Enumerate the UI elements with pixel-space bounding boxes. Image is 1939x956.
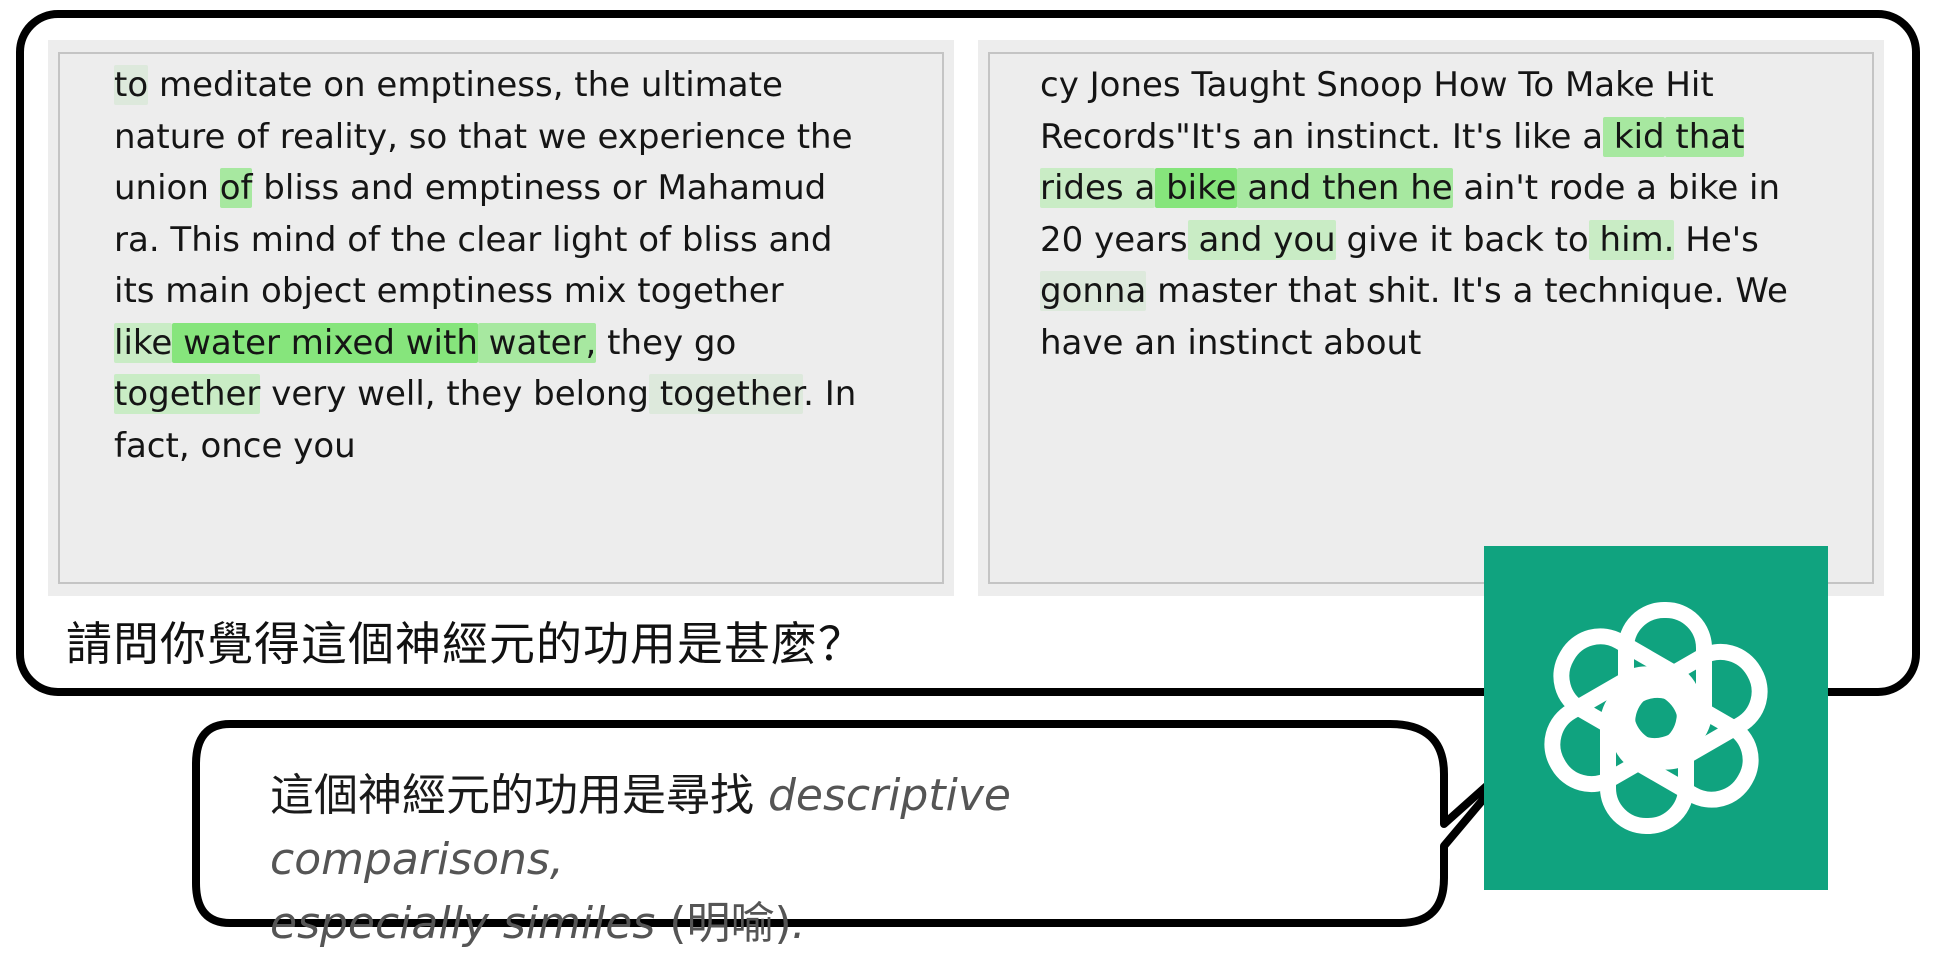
answer-prefix: 這個神經元的功用是尋找 bbox=[270, 770, 768, 821]
passage-line: rides a bike and then he ain't rode a bi… bbox=[1040, 163, 1860, 215]
highlighted-token: like bbox=[114, 322, 173, 363]
token-text: bliss and emptiness or Mahamud bbox=[252, 168, 827, 208]
highlighted-token: to bbox=[114, 65, 149, 105]
answer-paren: (明喻) bbox=[655, 898, 792, 949]
token-text: meditate on emptiness, the ultimate bbox=[148, 65, 783, 105]
token-text: He's bbox=[1674, 219, 1759, 260]
highlighted-token: water, bbox=[477, 322, 597, 363]
highlighted-token: together bbox=[649, 374, 804, 414]
answer-speech-bubble: 這個神經元的功用是尋找 descriptive comparisons, esp… bbox=[190, 718, 1530, 949]
highlighted-token: of bbox=[219, 168, 253, 208]
highlighted-token: kid bbox=[1603, 116, 1665, 157]
token-text: ra. This mind of the clear light of blis… bbox=[114, 219, 833, 260]
question-text: 請問你覺得這個神經元的功用是甚麼？ bbox=[66, 617, 865, 671]
passage-line: ra. This mind of the clear light of blis… bbox=[114, 215, 914, 267]
answer-italic-2: especially similes bbox=[270, 898, 656, 949]
token-text: ain't rode a bike in bbox=[1452, 168, 1781, 208]
highlighted-token: gonna bbox=[1040, 271, 1147, 311]
highlighted-token: that bbox=[1664, 116, 1745, 157]
passage-line: to meditate on emptiness, the ultimate bbox=[114, 60, 914, 112]
highlighted-token: and you bbox=[1187, 219, 1336, 260]
passage-line: have an instinct about bbox=[1040, 318, 1860, 370]
passage-left: to meditate on emptiness, the ultimate na… bbox=[114, 60, 914, 472]
token-text: nature of reality, so that we experience… bbox=[114, 116, 853, 157]
token-text: cy Jones Taught Snoop How To Make Hit bbox=[1040, 65, 1714, 105]
token-text: very well, they belong bbox=[260, 374, 650, 414]
answer-suffix: . bbox=[791, 898, 806, 949]
highlighted-token: rides a bbox=[1040, 168, 1156, 208]
highlighted-token: bike bbox=[1155, 168, 1237, 208]
openai-knot-icon bbox=[1544, 602, 1768, 834]
token-text: they go bbox=[596, 322, 737, 363]
highlighted-token: him. bbox=[1588, 219, 1675, 260]
highlighted-token: and then he bbox=[1236, 168, 1453, 208]
passage-right: cy Jones Taught Snoop How To Make Hit Rec… bbox=[1040, 60, 1860, 369]
token-text: fact, once you bbox=[114, 425, 356, 466]
passage-line: union of bliss and emptiness or Mahamud bbox=[114, 163, 914, 215]
openai-logo-icon bbox=[1484, 546, 1828, 890]
passage-line: cy Jones Taught Snoop How To Make Hit bbox=[1040, 60, 1860, 112]
token-text: 20 years bbox=[1040, 219, 1188, 260]
token-text: give it back to bbox=[1335, 219, 1589, 260]
token-text: union bbox=[114, 168, 220, 208]
passage-line: like water mixed with water, they go bbox=[114, 318, 914, 370]
token-text: master that shit. It's a technique. We bbox=[1146, 271, 1788, 311]
passage-line: fact, once you bbox=[114, 421, 914, 473]
passage-line: its main object emptiness mix together bbox=[114, 266, 914, 318]
passage-line: 20 years and you give it back to him. He… bbox=[1040, 215, 1860, 267]
passage-line: Records"It's an instinct. It's like a ki… bbox=[1040, 112, 1860, 164]
highlighted-token: water mixed with bbox=[172, 322, 478, 363]
text-panel-right: cy Jones Taught Snoop How To Make Hit Rec… bbox=[978, 40, 1884, 596]
token-text: . In bbox=[803, 374, 857, 414]
highlighted-token: together bbox=[114, 374, 261, 414]
answer-text: 這個神經元的功用是尋找 descriptive comparisons, esp… bbox=[270, 764, 1310, 956]
token-text: Records"It's an instinct. It's like a bbox=[1040, 116, 1604, 157]
token-text: its main object emptiness mix together bbox=[114, 271, 784, 311]
passage-line: gonna master that shit. It's a technique… bbox=[1040, 266, 1860, 318]
passage-line: together very well, they belong together… bbox=[114, 369, 914, 421]
text-panel-left: to meditate on emptiness, the ultimate na… bbox=[48, 40, 954, 596]
passage-line: nature of reality, so that we experience… bbox=[114, 112, 914, 164]
token-text: have an instinct about bbox=[1040, 322, 1422, 363]
